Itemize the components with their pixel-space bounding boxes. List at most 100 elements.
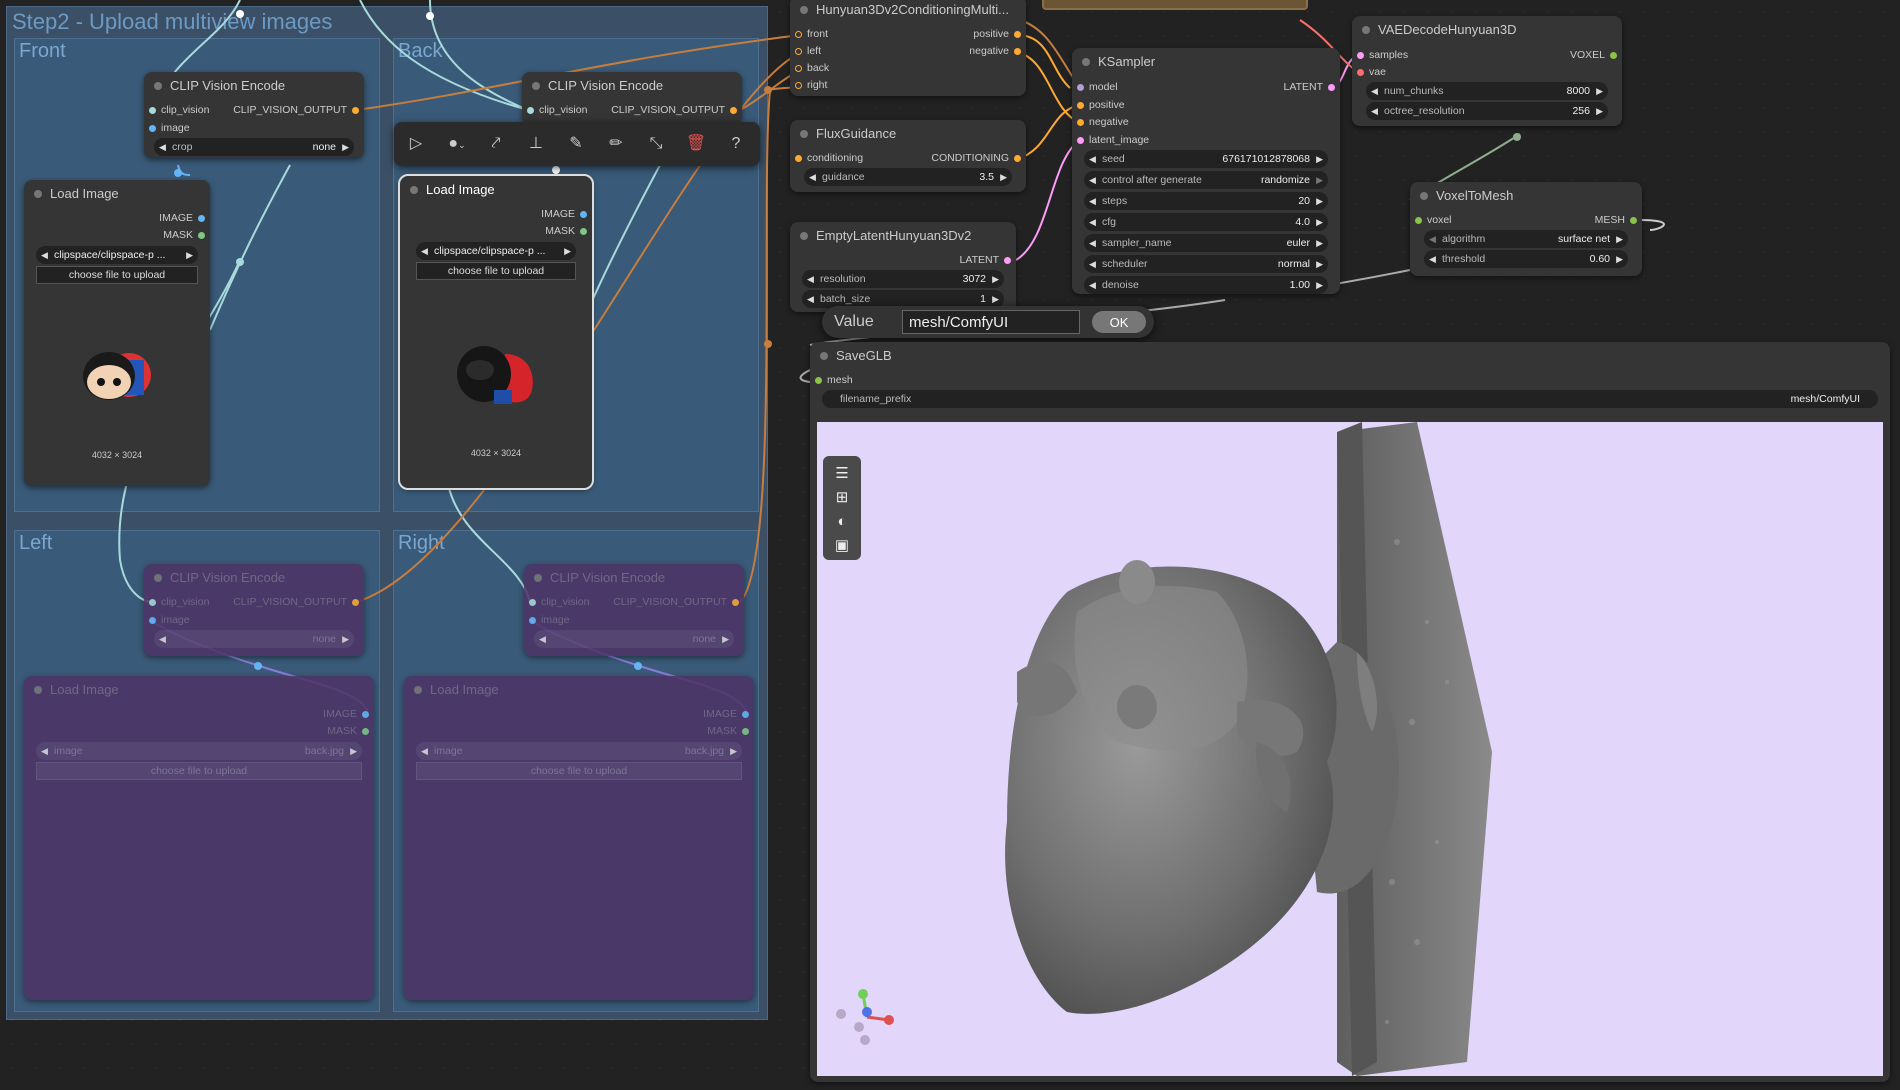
- arrow-right-icon[interactable]: ▶: [350, 742, 357, 760]
- arrow-left-icon[interactable]: ◀: [1089, 276, 1096, 294]
- sampler-name-widget[interactable]: ◀ sampler_name euler ▶: [1084, 234, 1328, 252]
- arrow-left-icon[interactable]: ◀: [421, 742, 428, 760]
- arrow-right-icon[interactable]: ▶: [722, 630, 729, 648]
- delete-icon[interactable]: 🗑: [684, 132, 708, 156]
- crop-widget[interactable]: ◀ none ▶: [534, 630, 734, 648]
- node-clip-vision-encode-front[interactable]: CLIP Vision Encode clip_vision image CLI…: [144, 72, 364, 158]
- pencil-icon[interactable]: ✏: [604, 132, 628, 156]
- arrow-left-icon[interactable]: ◀: [809, 168, 816, 186]
- output-conditioning[interactable]: CONDITIONING: [931, 150, 1026, 166]
- image-file-widget[interactable]: ◀ image back.jpg ▶: [36, 742, 362, 760]
- node-empty-latent-hunyuan[interactable]: EmptyLatentHunyuan3Dv2 LATENT ◀ resoluti…: [790, 222, 1016, 312]
- arrow-right-icon[interactable]: ▶: [1596, 82, 1603, 100]
- input-image[interactable]: image: [144, 120, 190, 136]
- arrow-left-icon[interactable]: ◀: [1089, 150, 1096, 168]
- value-input[interactable]: [902, 310, 1080, 334]
- arrow-left-icon[interactable]: ◀: [159, 630, 166, 648]
- output-mask[interactable]: MASK: [163, 227, 210, 243]
- arrow-left-icon[interactable]: ◀: [1429, 230, 1436, 248]
- cfg-widget[interactable]: ◀ cfg 4.0 ▶: [1084, 213, 1328, 231]
- num-chunks-widget[interactable]: ◀ num_chunks 8000 ▶: [1366, 82, 1608, 100]
- arrow-right-icon[interactable]: ▶: [1596, 102, 1603, 120]
- arrow-right-icon[interactable]: ▶: [1316, 234, 1323, 252]
- node-hunyuan-conditioning-multi[interactable]: Hunyuan3Dv2ConditioningMulti... front le…: [790, 0, 1026, 96]
- arrow-right-icon[interactable]: ▶: [1316, 213, 1323, 231]
- output-image[interactable]: IMAGE: [159, 210, 210, 226]
- image-file-widget[interactable]: ◀ clipspace/clipspace-p ... ▶: [36, 246, 198, 264]
- arrow-left-icon[interactable]: ◀: [41, 742, 48, 760]
- input-right[interactable]: right: [790, 77, 827, 93]
- input-conditioning[interactable]: conditioning: [790, 150, 863, 166]
- output-mask[interactable]: MASK: [707, 723, 754, 739]
- control-after-generate-widget[interactable]: ◀ control after generate randomize ▶: [1084, 171, 1328, 189]
- palette-icon[interactable]: ◐: [830, 510, 854, 534]
- help-icon[interactable]: ?: [724, 132, 748, 156]
- input-samples[interactable]: samples: [1352, 47, 1408, 63]
- output-clip-vision-output[interactable]: CLIP_VISION_OUTPUT: [233, 594, 364, 610]
- node-clip-vision-encode-back[interactable]: CLIP Vision Encode clip_vision CLIP_VISI…: [522, 72, 742, 124]
- input-front[interactable]: front: [790, 26, 828, 42]
- node-vae-decode-hunyuan3d[interactable]: VAEDecodeHunyuan3D samples vae VOXEL ◀ n…: [1352, 16, 1622, 126]
- output-negative[interactable]: negative: [969, 43, 1026, 59]
- choose-file-button[interactable]: choose file to upload: [36, 762, 362, 780]
- node-load-image-right[interactable]: Load Image IMAGE MASK ◀ image back.jpg ▶…: [404, 676, 754, 1000]
- input-model[interactable]: model: [1072, 79, 1118, 95]
- guidance-widget[interactable]: ◀ guidance 3.5 ▶: [804, 168, 1012, 186]
- arrow-right-icon[interactable]: ▶: [342, 138, 349, 156]
- algorithm-widget[interactable]: ◀ algorithm surface net ▶: [1424, 230, 1628, 248]
- arrow-left-icon[interactable]: ◀: [421, 242, 428, 260]
- output-positive[interactable]: positive: [973, 26, 1026, 42]
- arrow-left-icon[interactable]: ◀: [1089, 192, 1096, 210]
- node-load-image-back[interactable]: Load Image IMAGE MASK ◀ clipspace/clipsp…: [398, 174, 594, 490]
- arrow-right-icon[interactable]: ▶: [1316, 276, 1323, 294]
- output-clip-vision-output[interactable]: CLIP_VISION_OUTPUT: [233, 102, 364, 118]
- axis-gizmo[interactable]: [829, 982, 899, 1052]
- arrow-left-icon[interactable]: ◀: [1089, 255, 1096, 273]
- arrow-right-icon[interactable]: ▶: [186, 246, 193, 264]
- choose-file-button[interactable]: choose file to upload: [36, 266, 198, 284]
- input-left[interactable]: left: [790, 43, 821, 59]
- arrow-right-icon[interactable]: ▶: [1000, 168, 1007, 186]
- play-icon[interactable]: ▷: [404, 132, 428, 156]
- arrow-left-icon[interactable]: ◀: [159, 138, 166, 156]
- input-mesh[interactable]: mesh: [810, 372, 853, 388]
- arrow-right-icon[interactable]: ▶: [1316, 150, 1323, 168]
- arrow-right-icon[interactable]: ▶: [992, 270, 999, 288]
- arrow-left-icon[interactable]: ◀: [1089, 234, 1096, 252]
- arrow-left-icon[interactable]: ◀: [41, 246, 48, 264]
- output-mask[interactable]: MASK: [327, 723, 374, 739]
- output-latent[interactable]: LATENT: [1284, 79, 1340, 95]
- choose-file-button[interactable]: choose file to upload: [416, 262, 576, 280]
- grid-icon[interactable]: ⊞: [830, 486, 854, 510]
- collapse-icon[interactable]: ⤡: [644, 132, 668, 156]
- denoise-widget[interactable]: ◀ denoise 1.00 ▶: [1084, 276, 1328, 294]
- arrow-right-icon[interactable]: ▶: [564, 242, 571, 260]
- input-clip-vision[interactable]: clip_vision: [522, 102, 587, 118]
- image-file-widget[interactable]: ◀ image back.jpg ▶: [416, 742, 742, 760]
- arrow-right-icon[interactable]: ▶: [1616, 250, 1623, 268]
- arrow-right-icon[interactable]: ▶: [342, 630, 349, 648]
- output-voxel[interactable]: VOXEL: [1570, 47, 1622, 63]
- arrow-right-icon[interactable]: ▶: [1616, 230, 1623, 248]
- input-clip-vision[interactable]: clip_vision: [144, 594, 209, 610]
- seed-widget[interactable]: ◀ seed 676171012878068 ▶: [1084, 150, 1328, 168]
- threshold-widget[interactable]: ◀ threshold 0.60 ▶: [1424, 250, 1628, 268]
- 3d-viewport[interactable]: ☰ ⊞ ◐ ▣: [817, 422, 1883, 1076]
- arrow-left-icon[interactable]: ◀: [1089, 213, 1096, 231]
- output-image[interactable]: IMAGE: [541, 206, 592, 222]
- pin-icon[interactable]: ⊥: [524, 132, 548, 156]
- arrow-left-icon[interactable]: ◀: [1371, 82, 1378, 100]
- node-load-image-front[interactable]: Load Image IMAGE MASK ◀ clipspace/clipsp…: [24, 180, 210, 486]
- resolution-widget[interactable]: ◀ resolution 3072 ▶: [802, 270, 1004, 288]
- node-voxel-to-mesh[interactable]: VoxelToMesh voxel MESH ◀ algorithm surfa…: [1410, 182, 1642, 276]
- output-image[interactable]: IMAGE: [703, 706, 754, 722]
- output-latent[interactable]: LATENT: [960, 252, 1016, 268]
- input-clip-vision[interactable]: clip_vision: [144, 102, 209, 118]
- input-image[interactable]: image: [524, 612, 570, 628]
- arrow-left-icon[interactable]: ◀: [1371, 102, 1378, 120]
- arrow-left-icon[interactable]: ◀: [807, 270, 814, 288]
- node-save-glb[interactable]: SaveGLB mesh filename_prefix mesh/ComfyU…: [810, 342, 1890, 1082]
- filename-prefix-widget[interactable]: filename_prefix mesh/ComfyUI: [822, 390, 1878, 408]
- input-image[interactable]: image: [144, 612, 190, 628]
- crop-widget[interactable]: ◀ crop none ▶: [154, 138, 354, 156]
